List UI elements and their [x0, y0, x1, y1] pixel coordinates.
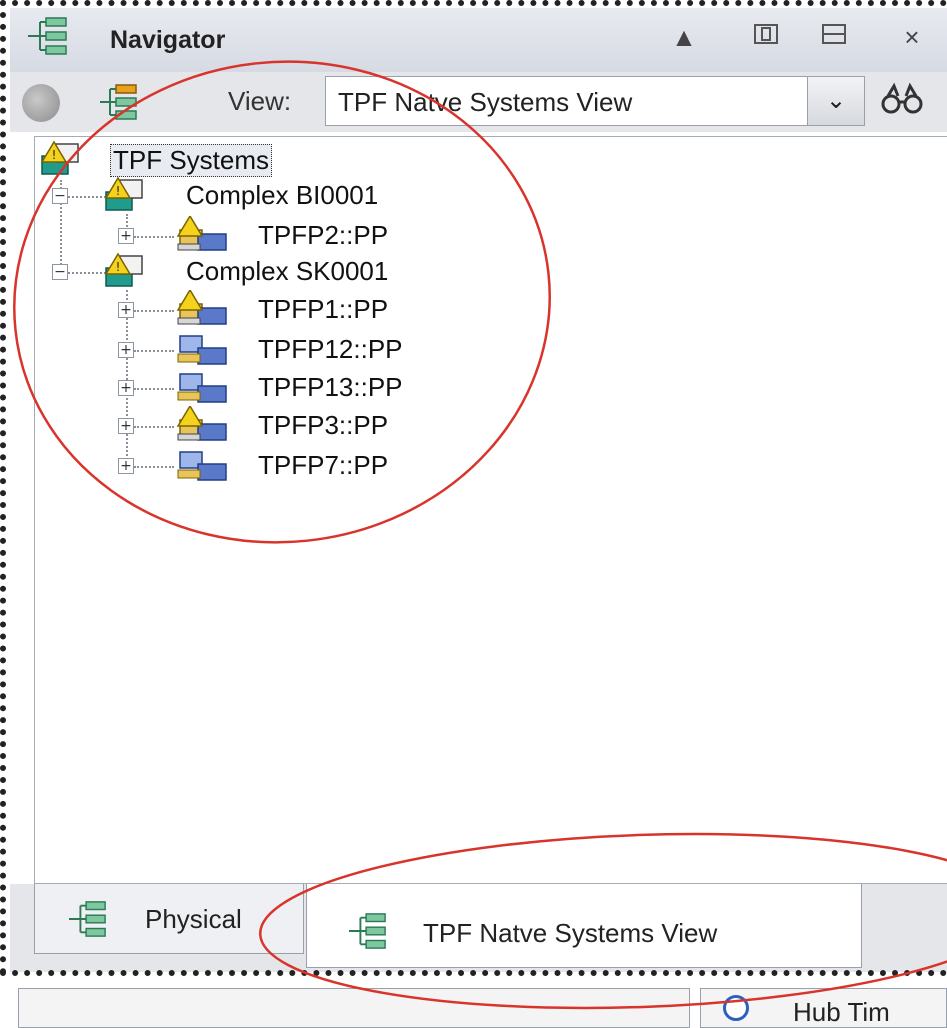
tree-node-complex[interactable]: ! Complex SK0001: [104, 252, 464, 290]
circle-button-icon[interactable]: [22, 84, 60, 122]
navigator-tree-icon: [69, 901, 106, 937]
tree-connector: [134, 236, 174, 238]
view-select[interactable]: TPF Natve Systems View ⌄: [325, 76, 865, 126]
tab-physical[interactable]: Physical: [34, 884, 304, 954]
expand-icon[interactable]: +: [118, 418, 134, 434]
maximize-icon[interactable]: ▲: [668, 22, 700, 52]
tree-node-label: Complex BI0001: [186, 180, 379, 210]
restore-icon[interactable]: [750, 22, 782, 52]
tree-connector: [134, 310, 174, 312]
tab-label: Physical: [145, 904, 242, 934]
tree-node-label: TPFP1::PP: [258, 294, 389, 324]
tree-connector: [134, 388, 174, 390]
tree-connector: [68, 196, 106, 198]
tree-node-system[interactable]: TPFP3::PP: [174, 406, 474, 444]
warning-computer-icon: [176, 290, 227, 325]
status-field: [18, 988, 690, 1028]
svg-text:!: !: [52, 148, 57, 162]
tree-node-label: TPFP3::PP: [258, 410, 389, 440]
dotted-border-bottom: [0, 970, 947, 976]
tree-panel: [34, 136, 947, 884]
svg-text:!: !: [116, 184, 121, 198]
computer-system-icon: [177, 335, 227, 365]
tree-node-label: TPFP7::PP: [258, 450, 389, 480]
collapse-icon[interactable]: −: [52, 188, 68, 204]
tree-node-system[interactable]: TPFP12::PP: [174, 330, 474, 368]
tree-node-label: TPF Systems: [110, 144, 273, 177]
hub-clock-icon: [723, 995, 749, 1021]
tree-node-label: Complex SK0001: [186, 256, 389, 286]
tree-node-system[interactable]: TPFP13::PP: [174, 368, 474, 406]
navigator-tree-tool-icon[interactable]: [98, 82, 142, 122]
warning-complex-icon: !: [104, 252, 143, 287]
tree-connector: [134, 466, 174, 468]
tree-connector: [134, 350, 174, 352]
dotted-border-top: [0, 0, 947, 6]
tree-connector: [68, 272, 106, 274]
computer-system-icon: [177, 451, 227, 481]
tree-connector: [134, 426, 174, 428]
binoculars-icon[interactable]: [880, 82, 924, 124]
chevron-down-icon[interactable]: ⌄: [807, 77, 864, 125]
tab-tpf-native-systems-view[interactable]: TPF Natve Systems View: [306, 884, 862, 968]
close-icon[interactable]: ×: [896, 22, 928, 52]
panel-title: Navigator: [110, 26, 226, 54]
warning-complex-icon: !: [104, 176, 143, 211]
minimize-icon[interactable]: [818, 22, 850, 52]
tree-node-system[interactable]: TPFP7::PP: [174, 446, 474, 484]
warning-computer-icon: [176, 406, 227, 441]
tree-node-label: TPFP13::PP: [258, 372, 403, 402]
tree-node-system[interactable]: TPFP1::PP: [174, 290, 474, 328]
warning-computer-icon: [176, 216, 227, 251]
expand-icon[interactable]: +: [118, 380, 134, 396]
view-select-value: TPF Natve Systems View: [338, 87, 633, 117]
tree-node-root[interactable]: ! TPF Systems: [40, 140, 340, 178]
expand-icon[interactable]: +: [118, 302, 134, 318]
tree-node-label: TPFP2::PP: [258, 220, 389, 250]
tab-label: TPF Natve Systems View: [423, 918, 718, 948]
expand-icon[interactable]: +: [118, 228, 134, 244]
tree-node-system[interactable]: TPFP2::PP: [174, 216, 474, 254]
navigator-tree-icon: [349, 913, 386, 949]
expand-icon[interactable]: +: [118, 458, 134, 474]
hub-time-field: Hub Tim: [700, 988, 947, 1028]
expand-icon[interactable]: +: [118, 342, 134, 358]
hub-time-label: Hub Tim: [793, 997, 890, 1027]
tree-node-label: TPFP12::PP: [258, 334, 403, 364]
view-label: View:: [228, 86, 292, 116]
collapse-icon[interactable]: −: [52, 264, 68, 280]
dotted-border-left: [0, 0, 6, 975]
computer-system-icon: [177, 373, 227, 403]
tree-node-complex[interactable]: ! Complex BI0001: [104, 176, 464, 214]
svg-text:!: !: [116, 260, 121, 274]
warning-system-icon: !: [40, 140, 79, 175]
navigator-tree-icon: [28, 17, 67, 55]
